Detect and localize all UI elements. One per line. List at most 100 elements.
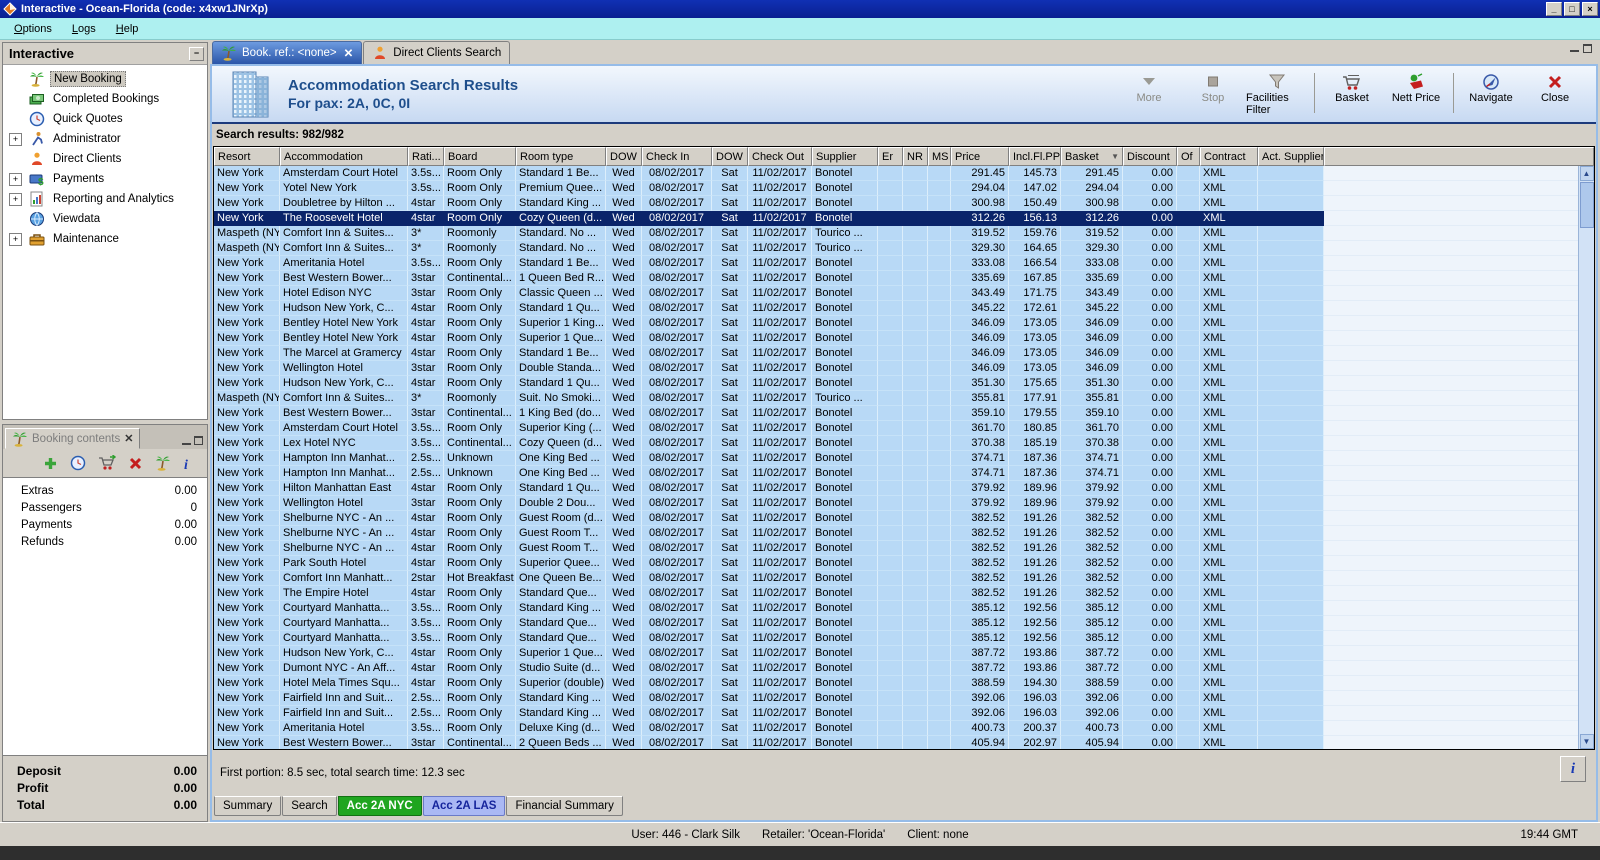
tab-direct-clients-search[interactable]: Direct Clients Search xyxy=(363,41,511,64)
table-row[interactable]: Maspeth (NY) Comfort Inn & Suites... 3* Roo… xyxy=(214,391,1594,406)
bottom-tab-summary[interactable]: Summary xyxy=(214,796,282,816)
delete-icon[interactable] xyxy=(128,456,143,471)
add-icon[interactable] xyxy=(43,456,58,471)
column-header-supplier[interactable]: Supplier xyxy=(812,147,878,166)
table-row[interactable]: New York Shelburne NYC - An ... 4star Room … xyxy=(214,511,1594,526)
column-header-of[interactable]: Of xyxy=(1177,147,1200,166)
column-header-rating[interactable]: Rati... xyxy=(408,147,444,166)
menu-options[interactable]: Options xyxy=(6,20,60,38)
column-header-incl_fl_pp[interactable]: Incl.Fl.PP xyxy=(1009,147,1061,166)
cart-export-icon[interactable] xyxy=(98,455,116,471)
table-row[interactable]: New York Best Western Bower... 3star Contin… xyxy=(214,736,1594,749)
column-header-er[interactable]: Er xyxy=(878,147,903,166)
column-header-dow_out[interactable]: DOW xyxy=(712,147,748,166)
column-header-room_type[interactable]: Room type xyxy=(516,147,606,166)
maximize-button[interactable]: □ xyxy=(1564,2,1580,16)
table-row[interactable]: New York Bentley Hotel New York 4star Room … xyxy=(214,316,1594,331)
table-row[interactable]: New York Comfort Inn Manhatt... 2star Hot B… xyxy=(214,571,1594,586)
column-header-check_in[interactable]: Check In xyxy=(642,147,712,166)
table-row[interactable]: New York Wellington Hotel 3star Room Only Do… xyxy=(214,361,1594,376)
basket-button[interactable]: Basket xyxy=(1321,71,1383,106)
column-header-ms[interactable]: MS xyxy=(928,147,951,166)
vertical-scrollbar[interactable]: ▲ ▼ xyxy=(1578,166,1594,749)
facilities-filter-button[interactable]: Facilities Filter xyxy=(1246,71,1308,118)
table-row[interactable]: New York Park South Hotel 4star Room Only Su… xyxy=(214,556,1594,571)
sidebar-item-new-booking[interactable]: New Booking xyxy=(3,69,207,89)
menu-logs[interactable]: Logs xyxy=(64,20,104,38)
booking-contents-tab[interactable]: Booking contents ✕ xyxy=(5,428,141,449)
column-header-act_supplier[interactable]: Act. Supplier xyxy=(1258,147,1324,166)
expand-plus-icon[interactable]: + xyxy=(9,192,22,206)
table-row[interactable]: New York Yotel New York 3.5s... Room Only Pr… xyxy=(214,181,1594,196)
column-header-dow_in[interactable]: DOW xyxy=(606,147,642,166)
scroll-up-icon[interactable]: ▲ xyxy=(1579,166,1594,181)
table-row[interactable]: New York Fairfield Inn and Suit... 2.5s...… xyxy=(214,706,1594,721)
close-tab-icon[interactable]: ✕ xyxy=(344,46,354,60)
table-row[interactable]: New York Courtyard Manhatta... 3.5s... Room… xyxy=(214,616,1594,631)
table-row[interactable]: New York The Marcel at Gramercy 4star Room … xyxy=(214,346,1594,361)
table-row[interactable]: New York Best Western Bower... 3star Contin… xyxy=(214,406,1594,421)
close-button[interactable]: Close xyxy=(1524,71,1586,106)
bottom-tab-financial-summary[interactable]: Financial Summary xyxy=(506,796,623,816)
table-row[interactable]: New York Hampton Inn Manhat... 2.5s... Unkn… xyxy=(214,466,1594,481)
table-row[interactable]: New York Fairfield Inn and Suit... 2.5s...… xyxy=(214,691,1594,706)
table-row[interactable]: New York Hotel Mela Times Squ... 4star Room… xyxy=(214,676,1594,691)
minimize-button[interactable]: _ xyxy=(1546,2,1562,16)
scroll-down-icon[interactable]: ▼ xyxy=(1579,734,1594,749)
bottom-tab-acc-2a-nyc[interactable]: Acc 2A NYC xyxy=(337,796,422,816)
table-row[interactable]: New York Ameritania Hotel 3.5s... Room Only… xyxy=(214,256,1594,271)
info-button[interactable]: i xyxy=(1560,756,1586,782)
navigate-button[interactable]: Navigate xyxy=(1460,71,1522,106)
table-row[interactable]: New York Hampton Inn Manhat... 2.5s... Unkn… xyxy=(214,451,1594,466)
column-header-accommodation[interactable]: Accommodation xyxy=(280,147,408,166)
sidebar-item-reporting-and-analytics[interactable]: + Reporting and Analytics xyxy=(3,189,207,209)
sidebar-item-payments[interactable]: + $ Payments xyxy=(3,169,207,189)
table-row[interactable]: New York Wellington Hotel 3star Room Only Do… xyxy=(214,496,1594,511)
table-row[interactable]: New York Hudson New York, C... 4star Room O… xyxy=(214,646,1594,661)
sidebar-item-direct-clients[interactable]: Direct Clients xyxy=(3,149,207,169)
expand-plus-icon[interactable]: + xyxy=(9,132,22,146)
table-row[interactable]: New York Best Western Bower... 3star Contin… xyxy=(214,271,1594,286)
scrollbar-thumb[interactable] xyxy=(1579,182,1594,228)
table-row[interactable]: New York Lex Hotel NYC 3.5s... Continental.… xyxy=(214,436,1594,451)
column-header-discount[interactable]: Discount xyxy=(1123,147,1177,166)
table-row[interactable]: New York Doubletree by Hilton ... 4star Roo… xyxy=(214,196,1594,211)
table-row[interactable]: New York Shelburne NYC - An ... 4star Room … xyxy=(214,526,1594,541)
menu-help[interactable]: Help xyxy=(108,20,147,38)
table-row[interactable]: New York Hudson New York, C... 4star Room O… xyxy=(214,301,1594,316)
sidebar-item-maintenance[interactable]: + Maintenance xyxy=(3,229,207,249)
maximize-panel-icon[interactable] xyxy=(194,436,203,445)
table-row[interactable]: Maspeth (NY) Comfort Inn & Suites... 3* Roo… xyxy=(214,226,1594,241)
column-header-resort[interactable]: Resort xyxy=(214,147,280,166)
bottom-tab-search[interactable]: Search xyxy=(282,796,337,816)
table-row[interactable]: New York Hudson New York, C... 4star Room O… xyxy=(214,376,1594,391)
nett-price-button[interactable]: Nett Price xyxy=(1385,71,1447,106)
sidebar-item-viewdata[interactable]: Viewdata xyxy=(3,209,207,229)
maximize-view-icon[interactable] xyxy=(1583,44,1592,53)
table-row[interactable]: New York The Roosevelt Hotel 4star Room Onl… xyxy=(214,211,1594,226)
table-row[interactable]: Maspeth (NY) Comfort Inn & Suites... 3* Roo… xyxy=(214,241,1594,256)
table-row[interactable]: New York The Empire Hotel 4star Room Only St… xyxy=(214,586,1594,601)
clock-icon[interactable] xyxy=(70,455,86,471)
table-row[interactable]: New York Ameritania Hotel 3.5s... Room Only… xyxy=(214,721,1594,736)
column-header-basket[interactable]: Basket ▼ xyxy=(1061,147,1123,166)
table-row[interactable]: New York Amsterdam Court Hotel 3.5s... Room… xyxy=(214,166,1594,181)
collapse-panel-button[interactable]: − xyxy=(189,46,204,61)
column-header-board[interactable]: Board xyxy=(444,147,516,166)
sidebar-item-quick-quotes[interactable]: Quick Quotes xyxy=(3,109,207,129)
minimize-panel-icon[interactable] xyxy=(182,437,191,445)
table-row[interactable]: New York Courtyard Manhatta... 3.5s... Room… xyxy=(214,631,1594,646)
close-window-button[interactable]: × xyxy=(1582,2,1598,16)
table-row[interactable]: New York Amsterdam Court Hotel 3.5s... Room… xyxy=(214,421,1594,436)
table-row[interactable]: New York Shelburne NYC - An ... 4star Room … xyxy=(214,541,1594,556)
column-header-contract[interactable]: Contract xyxy=(1200,147,1258,166)
tab-book-ref-none-[interactable]: Book. ref.: <none> ✕ xyxy=(212,41,363,64)
bottom-tab-acc-2a-las[interactable]: Acc 2A LAS xyxy=(422,796,506,816)
table-row[interactable]: New York Hilton Manhattan East 4star Room O… xyxy=(214,481,1594,496)
table-row[interactable]: New York Dumont NYC - An Aff... 4star Room … xyxy=(214,661,1594,676)
table-row[interactable]: New York Courtyard Manhatta... 3.5s... Room… xyxy=(214,601,1594,616)
sidebar-item-completed-bookings[interactable]: Completed Bookings xyxy=(3,89,207,109)
column-header-nr[interactable]: NR xyxy=(903,147,928,166)
table-row[interactable]: New York Bentley Hotel New York 4star Room … xyxy=(214,331,1594,346)
table-row[interactable]: New York Hotel Edison NYC 3star Room Only Cl… xyxy=(214,286,1594,301)
